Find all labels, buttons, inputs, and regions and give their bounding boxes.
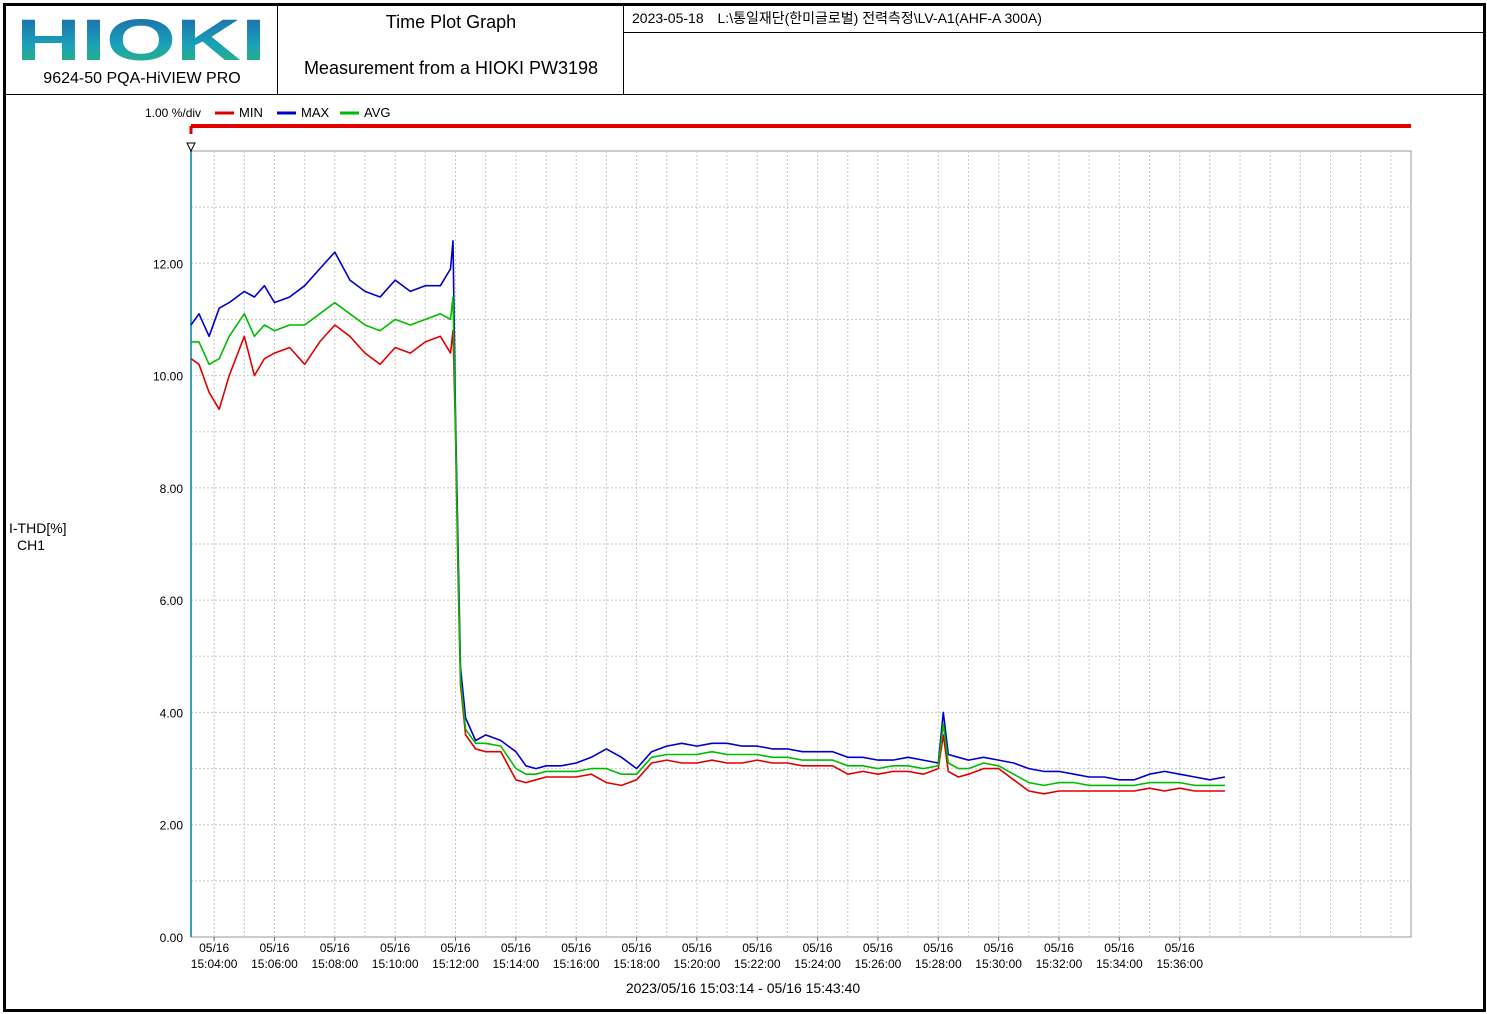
x-tick-date: 05/16: [622, 941, 652, 955]
y-tick-label: 8.00: [160, 482, 184, 496]
x-tick-label: 15:32:00: [1036, 957, 1083, 971]
x-tick-date: 05/16: [259, 941, 289, 955]
x-tick-label: 15:04:00: [191, 957, 238, 971]
x-tick-date: 05/16: [1104, 941, 1134, 955]
y-tick-label: 10.00: [153, 370, 183, 384]
x-tick-date: 05/16: [682, 941, 712, 955]
x-tick-date: 05/16: [320, 941, 350, 955]
x-tick-date: 05/16: [984, 941, 1014, 955]
x-tick-date: 05/16: [1044, 941, 1074, 955]
x-tick-date: 05/16: [923, 941, 953, 955]
y-tick-label: 6.00: [160, 594, 184, 608]
x-tick-date: 05/16: [199, 941, 229, 955]
x-tick-label: 15:18:00: [613, 957, 660, 971]
x-tick-date: 05/16: [1165, 941, 1195, 955]
y-tick-label: 4.00: [160, 706, 184, 720]
x-tick-date: 05/16: [863, 941, 893, 955]
x-tick-label: 15:16:00: [553, 957, 600, 971]
x-tick-label: 15:36:00: [1156, 957, 1203, 971]
x-tick-date: 05/16: [561, 941, 591, 955]
legend-label-max: MAX: [301, 105, 330, 120]
x-tick-date: 05/16: [742, 941, 772, 955]
x-tick-label: 15:24:00: [794, 957, 841, 971]
legend-label-min: MIN: [239, 105, 263, 120]
x-tick-label: 15:22:00: [734, 957, 781, 971]
x-tick-label: 15:10:00: [372, 957, 419, 971]
time-range-label: 2023/05/16 15:03:14 - 05/16 15:43:40: [626, 980, 861, 996]
y-tick-label: 12.00: [153, 257, 183, 271]
scale-label: 1.00 %/div: [145, 106, 201, 120]
x-tick-label: 15:28:00: [915, 957, 962, 971]
legend-label-avg: AVG: [364, 105, 391, 120]
y-tick-label: 0.00: [160, 931, 184, 945]
x-tick-label: 15:08:00: [311, 957, 358, 971]
x-tick-label: 15:06:00: [251, 957, 298, 971]
x-tick-label: 15:26:00: [855, 957, 902, 971]
x-tick-date: 05/16: [380, 941, 410, 955]
x-tick-label: 15:30:00: [975, 957, 1022, 971]
x-tick-label: 15:20:00: [674, 957, 721, 971]
x-tick-label: 15:12:00: [432, 957, 479, 971]
x-tick-label: 15:14:00: [493, 957, 540, 971]
x-tick-label: 15:34:00: [1096, 957, 1143, 971]
time-plot-chart: 0.00 2.00 4.00 6.00 8.00 10.00 12.00 05/16 15:04…: [145, 105, 1412, 996]
x-tick-date: 05/16: [441, 941, 471, 955]
cursor-marker-icon: [186, 142, 196, 153]
x-tick-date: 05/16: [501, 941, 531, 955]
x-tick-date: 05/16: [803, 941, 833, 955]
y-tick-label: 2.00: [160, 819, 184, 833]
